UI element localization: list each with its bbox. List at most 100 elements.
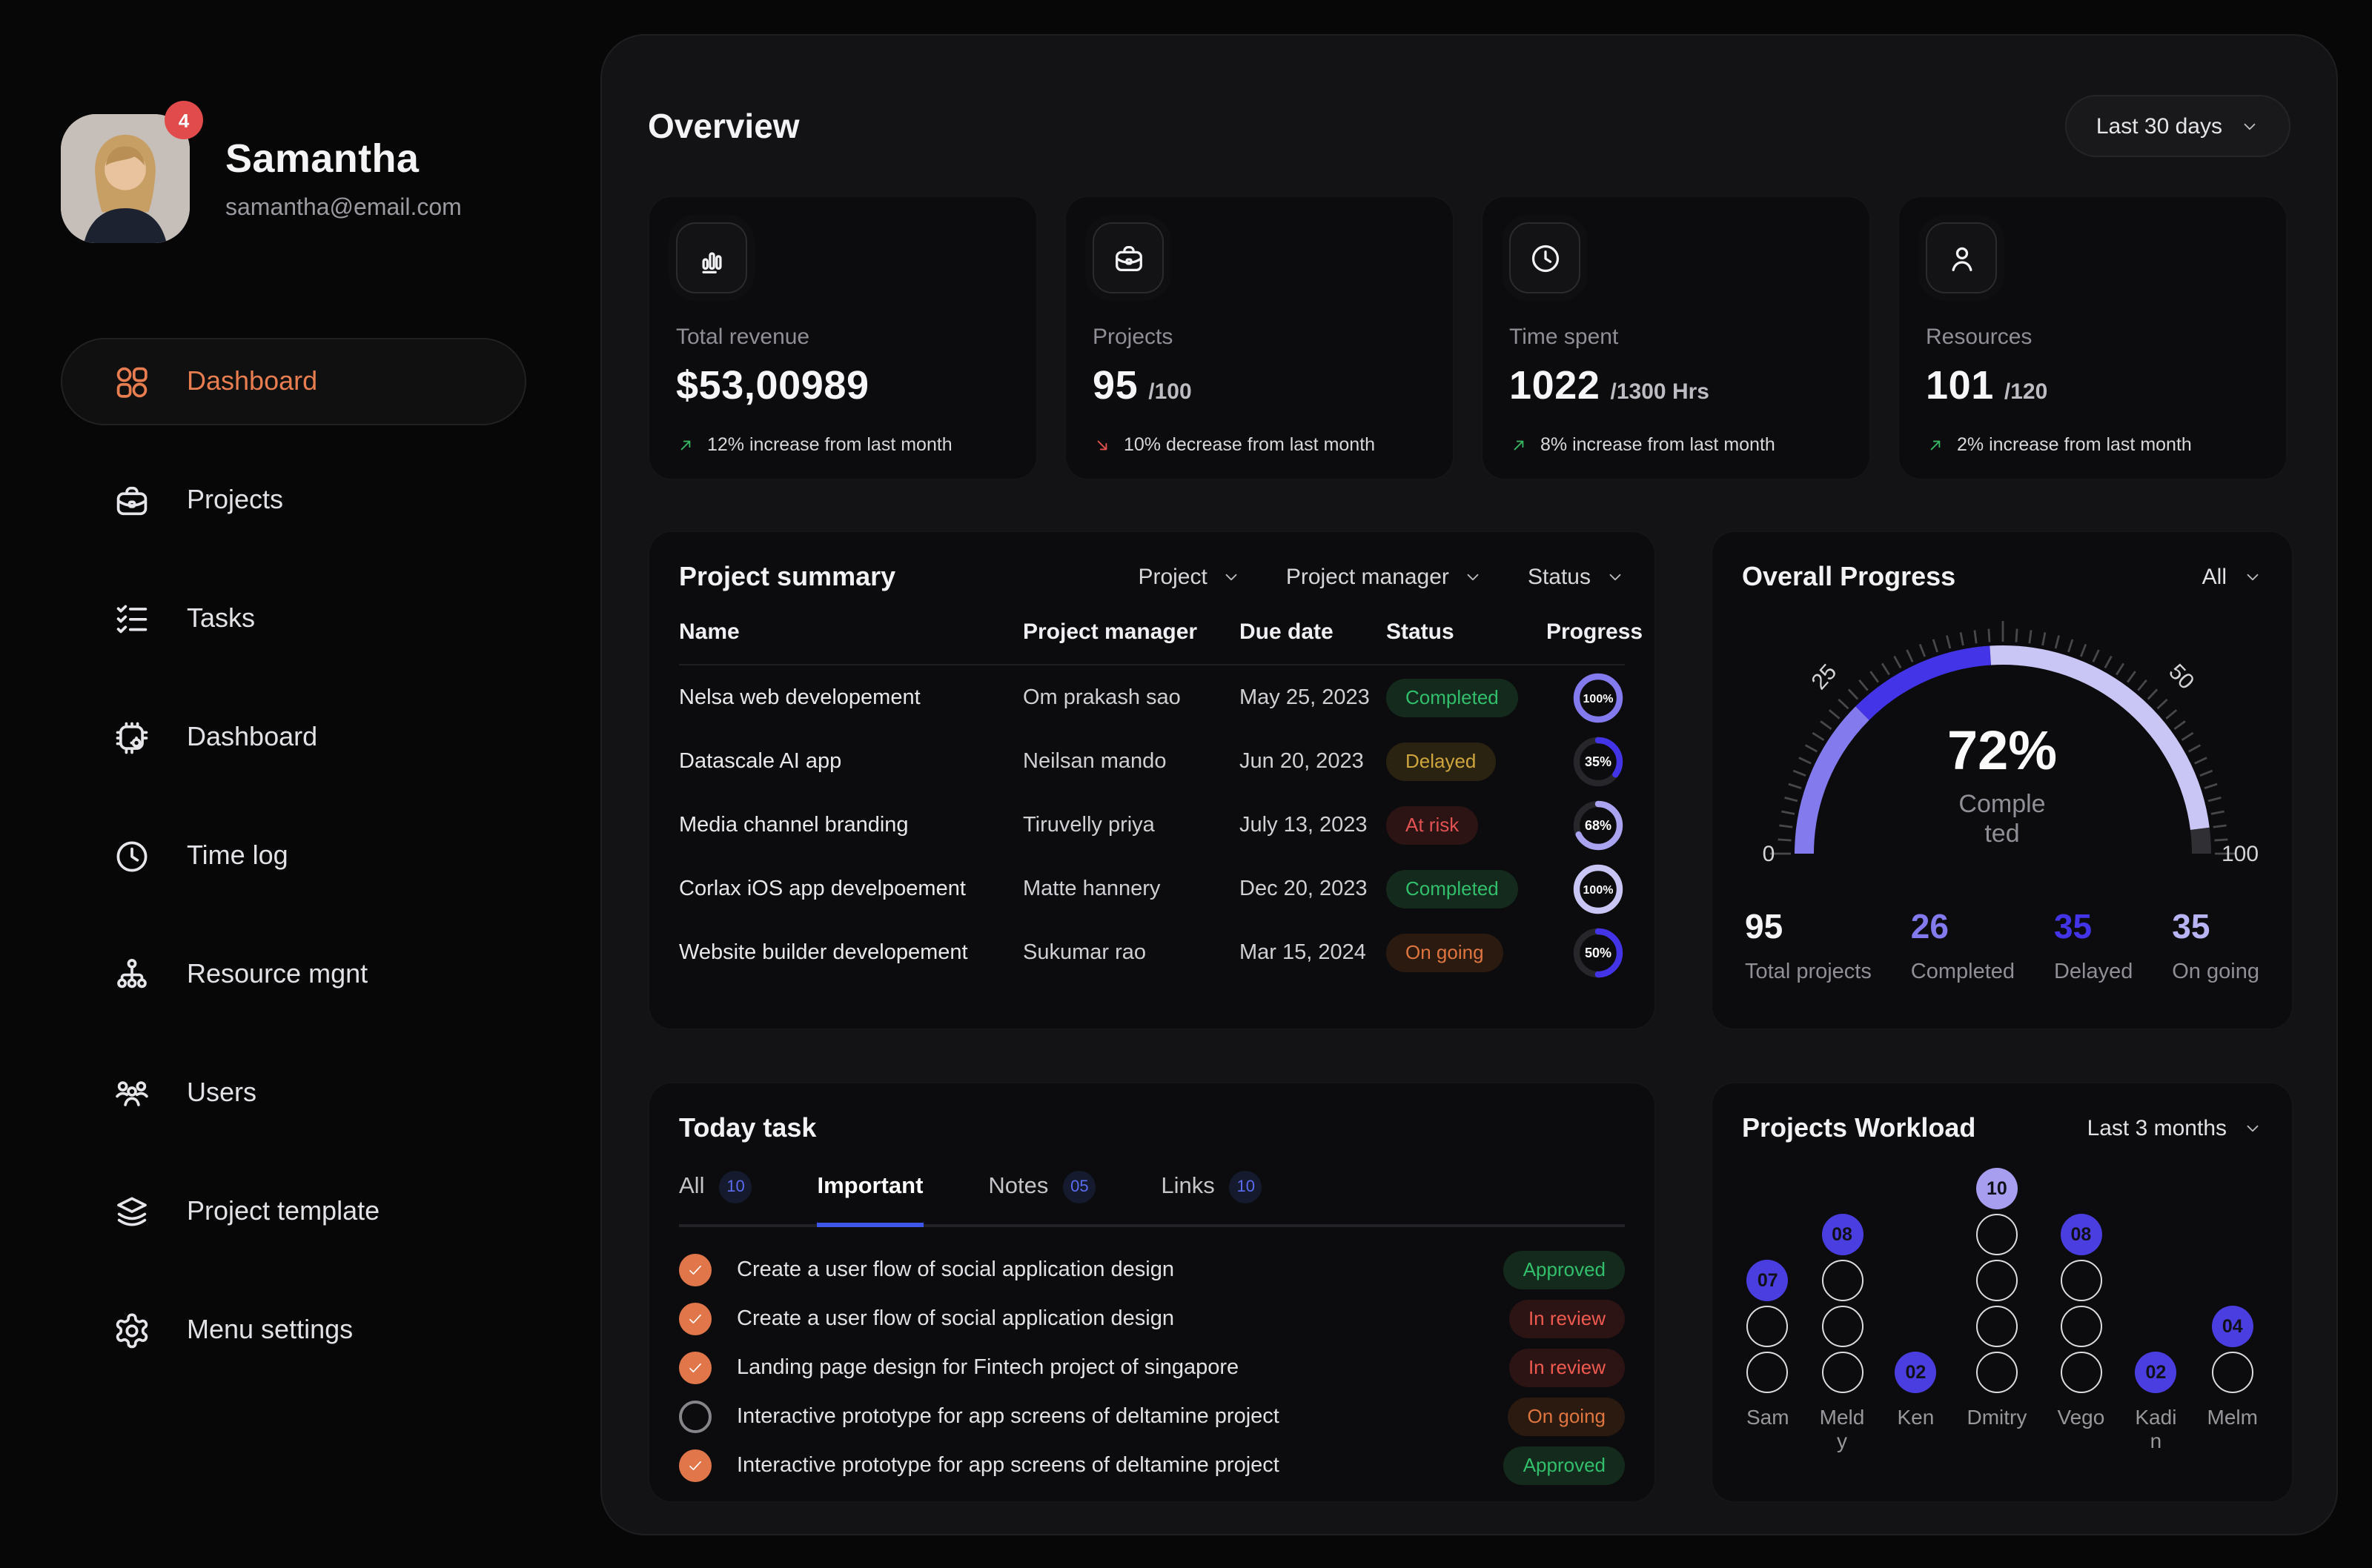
sidebar-item-users[interactable]: Users [61,1049,526,1137]
filter-project[interactable]: Project [1138,565,1241,590]
users-icon [113,1074,151,1112]
progress-stat-label: Completed [1911,960,2015,984]
sidebar-item-dashboard[interactable]: Dashboard [61,338,526,425]
sidebar-item-project-template[interactable]: Project template [61,1168,526,1255]
cell-due-date: Mar 15, 2024 [1239,940,1386,964]
notification-badge: 4 [165,101,203,139]
check-icon [686,1260,704,1278]
stat-suffix: /120 [2004,379,2047,405]
workload-circle [1821,1260,1863,1301]
workload-circle [1976,1260,2018,1301]
cell-manager: Om prakash sao [1023,685,1239,709]
stat-value: 101 [1926,363,1994,409]
task-checkbox[interactable] [679,1351,712,1383]
sidebar-item-label: Resource mgnt [187,959,368,990]
progress-stat-completed: 26Completed [1911,907,2015,984]
workload-circle [2060,1352,2101,1393]
progress-ring: 100% [1571,671,1625,724]
chevron-down-icon [2243,1119,2262,1138]
workload-circle [1747,1352,1789,1393]
task-row: Create a user flow of social application… [679,1294,1625,1343]
progress-stat-total-projects: 95Total projects [1745,907,1872,984]
progress-stat-label: Total projects [1745,960,1872,984]
column-header-progress: Progress [1546,619,1643,645]
workload-column-dmitry: 10Dmitry [1967,1168,2027,1455]
workload-circle [2212,1352,2253,1393]
workload-range-select[interactable]: Last 3 months [2087,1116,2262,1141]
progress-stat-label: On going [2172,960,2259,984]
cell-due-date: July 13, 2023 [1239,813,1386,837]
workload-stack: 02 [2135,1352,2176,1393]
workload-circle [2060,1260,2101,1301]
workload-circle [1976,1306,2018,1347]
tab-notes[interactable]: Notes05 [988,1171,1096,1227]
stat-label: Resources [1926,325,2259,350]
filter-label: Status [1528,565,1591,590]
stat-icon-tile [1926,222,1997,293]
check-icon [686,1309,704,1327]
task-checkbox[interactable] [679,1302,712,1335]
workload-stack: 10 [1976,1168,2018,1393]
workload-value-bubble: 10 [1976,1168,2018,1209]
project-summary-title: Project summary [679,562,895,593]
workload-circle [1821,1352,1863,1393]
task-row: Create a user flow of social application… [679,1245,1625,1294]
main-panel: Overview Last 30 days Total revenue$53,0… [600,34,2338,1535]
clock-icon [1528,241,1562,275]
sidebar-item-time-log[interactable]: Time log [61,812,526,900]
workload-person-name: Ken [1898,1405,1935,1455]
main-header: Overview Last 30 days [648,36,2290,157]
cell-name: Website builder developement [679,940,1023,964]
task-checkbox[interactable] [679,1400,712,1432]
sidebar-item-resource-mgnt[interactable]: Resource mgnt [61,931,526,1018]
sidebar-item-dashboard-2[interactable]: Dashboard [61,694,526,781]
chevron-down-icon [2243,568,2262,587]
clock-icon [113,837,151,875]
task-status-badge: Approved [1504,1250,1625,1289]
filter-project-manager[interactable]: Project manager [1286,565,1483,590]
tab-important[interactable]: Important [817,1171,923,1227]
progress-filter-select[interactable]: All [2202,565,2262,590]
stat-label: Time spent [1509,325,1843,350]
svg-text:25: 25 [1806,660,1841,694]
projects-workload-card: Projects Workload Last 3 months 07Sam08M… [1711,1082,2293,1503]
sidebar-item-tasks[interactable]: Tasks [61,575,526,662]
task-checkbox[interactable] [679,1253,712,1286]
table-body: Nelsa web developementOm prakash saoMay … [679,665,1625,984]
stat-icon-tile [1093,222,1164,293]
workload-chart: 07Sam08Meld y02Ken10Dmitry08Vego02Kadi n… [1742,1159,2262,1455]
content-grid: Project summary Project Project manager St… [648,531,2290,1503]
workload-column-vego: 08Vego [2057,1214,2104,1455]
sidebar-nav: Dashboard Projects Tasks Dashboard Time log R… [0,338,600,1374]
sidebar: 4 Samantha samantha@email.com DashboardP… [0,0,600,1568]
stats-row: Total revenue$53,0098912% increase from … [648,196,2290,480]
sidebar-item-label: Users [187,1077,256,1109]
progress-stat-value: 35 [2172,907,2259,947]
tab-links[interactable]: Links10 [1161,1171,1262,1227]
workload-stack: 08 [2060,1214,2101,1393]
progress-ring: 35% [1571,734,1625,788]
sidebar-item-label: Projects [187,485,283,516]
tab-count-badge: 10 [719,1171,752,1203]
sidebar-item-label: Time log [187,840,288,871]
tab-count-badge: 10 [1230,1171,1262,1203]
overall-progress-title: Overall Progress [1742,562,1955,593]
column-header-status: Status [1386,619,1546,645]
workload-value-bubble: 02 [1895,1352,1936,1393]
overall-progress-card: Overall Progress All 02550100 72% Comple… [1711,531,2293,1030]
task-checkbox[interactable] [679,1449,712,1481]
workload-circle [1976,1352,2018,1393]
cell-due-date: Jun 20, 2023 [1239,749,1386,773]
tab-all[interactable]: All10 [679,1171,752,1227]
stat-trend-text: 2% increase from last month [1957,434,2192,455]
svg-text:100%: 100% [1583,883,1614,896]
svg-text:100: 100 [2221,842,2258,866]
filter-status[interactable]: Status [1528,565,1625,590]
trend-down-icon [1093,435,1112,454]
workload-value-bubble: 04 [2212,1306,2253,1347]
date-range-select[interactable]: Last 30 days [2065,95,2290,157]
svg-text:68%: 68% [1585,817,1611,832]
bar-chart-icon [695,241,729,275]
sidebar-item-menu-settings[interactable]: Menu settings [61,1286,526,1374]
sidebar-item-projects[interactable]: Projects [61,456,526,544]
